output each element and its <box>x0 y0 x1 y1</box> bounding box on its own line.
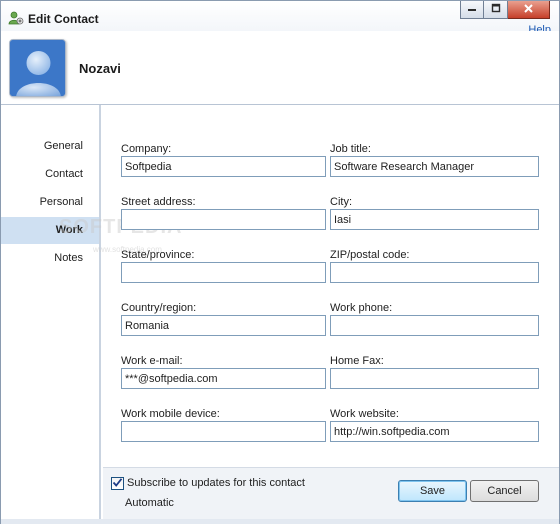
cancel-button[interactable]: Cancel <box>470 480 539 502</box>
work-email-label: Work e-mail: <box>121 355 183 367</box>
company-field[interactable] <box>121 156 326 177</box>
close-icon <box>523 3 534 17</box>
close-button[interactable] <box>508 1 550 19</box>
city-field[interactable] <box>330 209 539 230</box>
footer: Subscribe to updates for this contact Au… <box>103 468 559 519</box>
window-bottom-edge <box>1 519 559 524</box>
work-website-label: Work website: <box>330 408 399 420</box>
title-bar[interactable]: Edit Contact <box>1 1 559 31</box>
window-title: Edit Contact <box>28 12 99 26</box>
state-field[interactable] <box>121 262 326 283</box>
contact-icon <box>8 10 24 26</box>
minimize-button[interactable] <box>460 1 484 19</box>
subscribe-checkbox[interactable] <box>111 477 124 490</box>
window-controls <box>460 1 550 20</box>
zip-label: ZIP/postal code: <box>330 249 410 261</box>
work-website-field[interactable] <box>330 421 539 442</box>
work-form: Company: Job title: Street address: City… <box>103 105 559 467</box>
country-label: Country/region: <box>121 302 197 314</box>
sidebar-item-general[interactable]: General <box>1 133 99 160</box>
contact-name: Nozavi <box>79 61 121 76</box>
city-label: City: <box>330 196 352 208</box>
avatar[interactable] <box>9 39 66 97</box>
work-phone-label: Work phone: <box>330 302 393 314</box>
job-title-label: Job title: <box>330 143 371 155</box>
edit-contact-window: Edit Contact Help Nozavi General Contact… <box>0 0 560 524</box>
checkmark-icon <box>112 477 123 491</box>
work-email-field[interactable] <box>121 368 326 389</box>
job-title-field[interactable] <box>330 156 539 177</box>
contact-header: Nozavi <box>1 31 559 105</box>
sidebar-item-notes[interactable]: Notes <box>1 245 99 272</box>
work-mobile-field[interactable] <box>121 421 326 442</box>
automatic-label: Automatic <box>125 497 174 509</box>
company-label: Company: <box>121 143 172 155</box>
sidebar-item-personal[interactable]: Personal <box>1 189 99 216</box>
minimize-icon <box>467 3 477 16</box>
zip-field[interactable] <box>330 262 539 283</box>
work-phone-field[interactable] <box>330 315 539 336</box>
work-mobile-label: Work mobile device: <box>121 408 220 420</box>
maximize-button[interactable] <box>484 1 508 19</box>
home-fax-field[interactable] <box>330 368 539 389</box>
sidebar: General Contact Personal Work Notes <box>1 105 101 519</box>
maximize-icon <box>491 3 501 16</box>
home-fax-label: Home Fax: <box>330 355 384 367</box>
sidebar-item-contact[interactable]: Contact <box>1 161 99 188</box>
state-label: State/province: <box>121 249 195 261</box>
subscribe-label[interactable]: Subscribe to updates for this contact <box>127 477 305 489</box>
country-field[interactable] <box>121 315 326 336</box>
street-address-field[interactable] <box>121 209 326 230</box>
street-address-label: Street address: <box>121 196 196 208</box>
save-button[interactable]: Save <box>398 480 467 502</box>
person-avatar-icon <box>10 40 65 96</box>
